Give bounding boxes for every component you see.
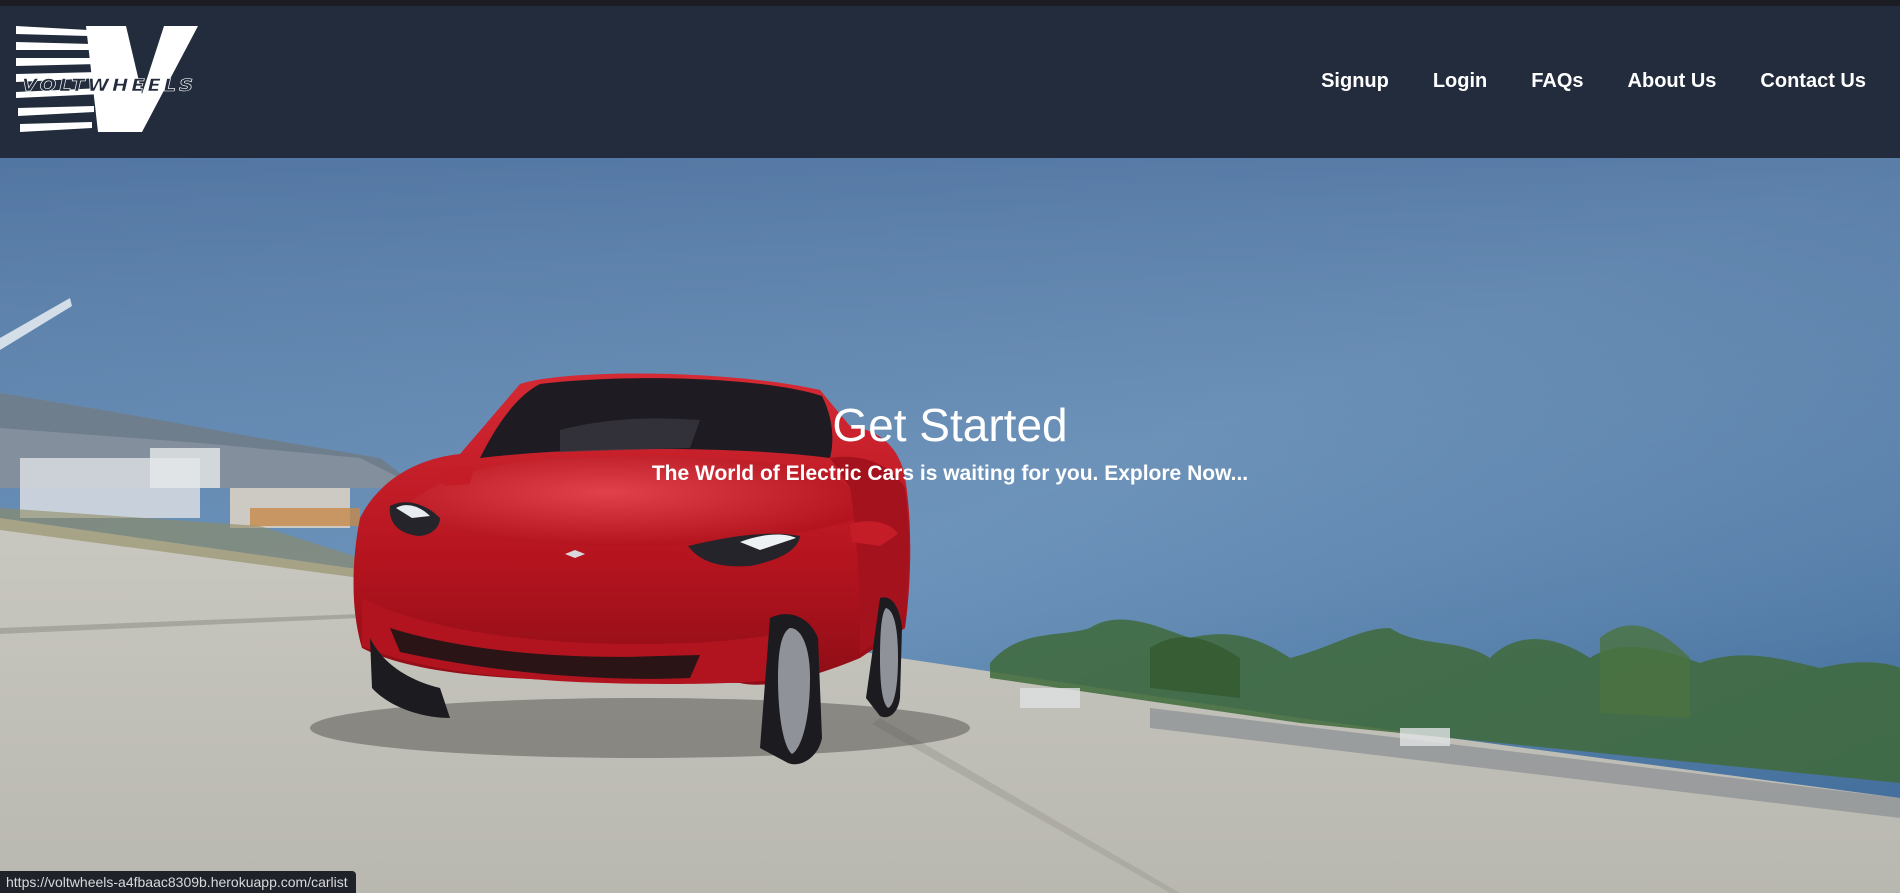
hero-background-image	[0, 158, 1900, 893]
voltwheels-logo[interactable]: VOLTWHEELS	[14, 20, 200, 138]
hero-title: Get Started	[832, 399, 1068, 451]
status-bar-url: https://voltwheels-a4fbaac8309b.herokuap…	[0, 871, 356, 893]
main-nav: Signup Login FAQs About Us Contact Us	[1321, 70, 1866, 93]
nav-about-us-link[interactable]: About Us	[1628, 70, 1717, 93]
lightning-v-logo-icon: VOLTWHEELS	[16, 26, 198, 132]
navbar: VOLTWHEELS Signup Login FAQs About Us Co…	[0, 6, 1900, 158]
nav-login-link[interactable]: Login	[1433, 70, 1487, 93]
hero-banner: Get Started The World of Electric Cars i…	[0, 158, 1900, 893]
nav-faqs-link[interactable]: FAQs	[1531, 70, 1583, 93]
page: VOLTWHEELS Signup Login FAQs About Us Co…	[0, 0, 1900, 893]
hero-subtitle: The World of Electric Cars is waiting fo…	[651, 462, 1249, 485]
nav-signup-link[interactable]: Signup	[1321, 70, 1389, 93]
logo-text: VOLTWHEELS	[22, 76, 196, 96]
nav-contact-us-link[interactable]: Contact Us	[1760, 70, 1866, 93]
